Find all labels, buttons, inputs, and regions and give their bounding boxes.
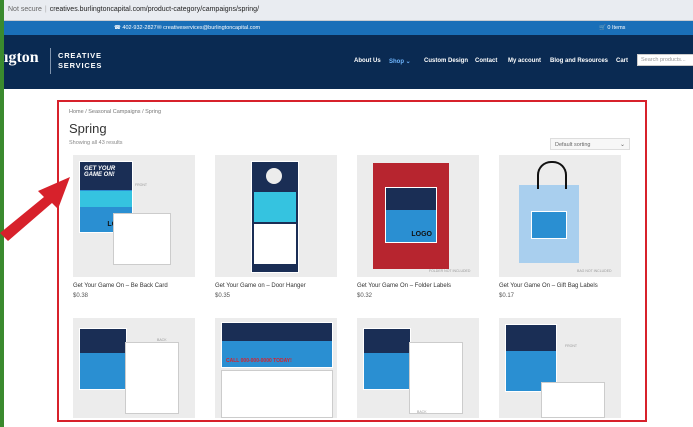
nav-shop[interactable]: Shop ⌄ <box>389 58 411 65</box>
nav-contact[interactable]: Contact <box>475 58 497 64</box>
chevron-down-icon: ⌄ <box>619 142 625 148</box>
address-bar[interactable]: Not secure | creatives.burlingtoncapital.c… <box>4 0 693 21</box>
site-header: ıgton CREATIVE SERVICES About Us Shop ⌄ … <box>4 35 693 89</box>
breadcrumb[interactable]: Home / Seasonal Campaigns / Spring <box>69 109 161 115</box>
page-title: Spring <box>69 121 107 136</box>
product-price: $0.38 <box>73 293 89 299</box>
door-hanger-headline-band <box>254 192 296 222</box>
postcard-front-image: CALL 000-000-0000 TODAY! <box>221 322 333 368</box>
gift-bag-label <box>531 211 567 239</box>
image-tag: BACK <box>157 338 167 342</box>
flyer-header <box>80 329 126 353</box>
product-title[interactable]: Get Your Game On – Gift Bag Labels <box>499 283 598 289</box>
product-price: $0.35 <box>215 293 231 299</box>
url-text[interactable]: creatives.burlingtoncapital.com/product-… <box>50 6 259 13</box>
nav-cart[interactable]: Cart <box>616 58 628 64</box>
flyer-back-image <box>409 342 463 414</box>
folder-image: LOGO <box>373 163 449 269</box>
postcard-back-image <box>221 370 333 418</box>
product-image-be-back-card[interactable]: GET YOUR GAME ON! LOGO FRONT <box>73 155 195 277</box>
email-address: creativeservices@burlingtoncapital.com <box>163 25 261 31</box>
product-flyer-image <box>363 328 411 390</box>
image-tag: BAG NOT INCLUDED <box>577 269 612 273</box>
product-title[interactable]: Get Your Game On – Folder Labels <box>357 283 451 289</box>
chevron-down-icon: ⌄ <box>405 59 411 65</box>
product-image-row2-2[interactable]: CALL 000-000-0000 TODAY! <box>215 318 337 418</box>
image-tag: FRONT <box>135 183 148 187</box>
flyer-back-image <box>125 342 179 414</box>
product-image-folder-labels[interactable]: LOGO FOLDER NOT INCLUDED <box>357 155 479 277</box>
nav-shop-label: Shop <box>389 59 404 65</box>
gift-bag-image <box>519 185 579 263</box>
sort-value: Default sorting <box>555 142 591 148</box>
logo-subtitle-line2: SERVICES <box>58 61 103 70</box>
flyer-back-image <box>541 382 605 418</box>
flyer-header <box>364 329 410 353</box>
product-image-row2-3[interactable]: BACK <box>357 318 479 418</box>
cart-link[interactable]: 🛒 0 Items <box>599 21 625 35</box>
nav-my-account[interactable]: My account <box>508 58 541 64</box>
url-separator: | <box>44 6 47 13</box>
results-count: Showing all 43 results <box>69 140 123 146</box>
search-input[interactable]: Search products... <box>637 54 693 66</box>
nav-custom-design[interactable]: Custom Design <box>424 58 468 64</box>
gift-bag-handle <box>537 161 567 189</box>
door-hanger-body <box>254 224 296 264</box>
flyer-header <box>386 188 436 210</box>
cart-count: 0 Items <box>607 25 626 31</box>
email-link[interactable]: ✉ creativeservices@burlingtoncapital.com <box>157 21 260 35</box>
image-tag: FRONT <box>565 344 578 348</box>
nav-blog-resources[interactable]: Blog and Resources <box>550 58 608 64</box>
not-secure-label: Not secure <box>8 6 42 13</box>
site-logo[interactable]: ıgton <box>4 49 39 67</box>
product-title[interactable]: Get Your Game on – Door Hanger <box>215 283 306 289</box>
image-tag: BACK <box>417 410 427 414</box>
product-price: $0.32 <box>357 293 373 299</box>
folder-label-image: LOGO <box>385 187 437 243</box>
contact-topbar: ☎ 402-932-2827 ✉ creativeservices@burlin… <box>4 21 693 35</box>
flyer-header <box>222 323 332 341</box>
logo-subtitle: CREATIVE SERVICES <box>58 51 102 71</box>
product-title[interactable]: Get Your Game On – Be Back Card <box>73 283 168 289</box>
product-price: $0.17 <box>499 293 515 299</box>
flyer-header: GET YOUR GAME ON! <box>80 162 132 190</box>
image-tag: FOLDER NOT INCLUDED <box>429 269 471 273</box>
sort-select[interactable]: Default sorting ⌄ <box>550 138 630 150</box>
phone-link[interactable]: ☎ 402-932-2827 <box>114 21 157 35</box>
flyer-band <box>80 191 132 207</box>
phone-number: 402-932-2827 <box>122 25 157 31</box>
product-flyer-image <box>79 328 127 390</box>
product-image-row2-4[interactable]: FRONT <box>499 318 621 418</box>
logo-subtitle-line1: CREATIVE <box>58 51 102 60</box>
flyer-header <box>506 325 556 352</box>
annotation-arrow-icon <box>0 177 70 241</box>
nav-about-us[interactable]: About Us <box>354 58 381 64</box>
flyer-logo: LOGO <box>411 231 432 238</box>
flyer-headline: GET YOUR GAME ON! <box>84 166 116 178</box>
product-image-row2-1[interactable]: BACK <box>73 318 195 418</box>
door-hanger-image <box>251 161 299 273</box>
postcard-call-text: CALL 000-000-0000 TODAY! <box>226 358 292 364</box>
product-image-gift-bag-labels[interactable]: BAG NOT INCLUDED <box>499 155 621 277</box>
logo-divider <box>50 48 51 74</box>
product-image-door-hanger[interactable] <box>215 155 337 277</box>
card-back-image <box>113 213 171 265</box>
door-hanger-hole <box>266 168 282 184</box>
